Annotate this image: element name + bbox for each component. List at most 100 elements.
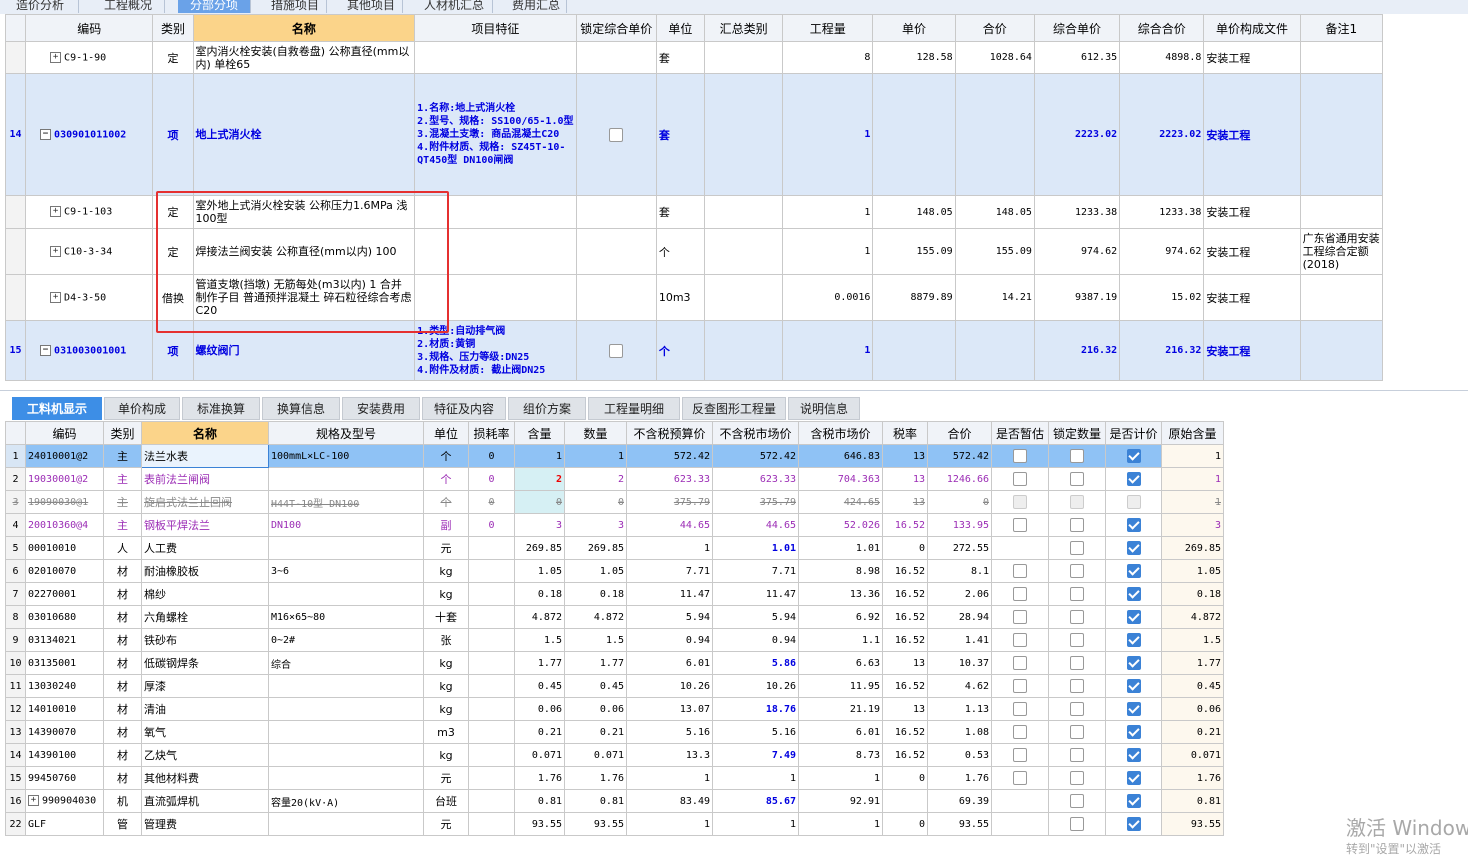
item-sum-cat-cell[interactable] (703, 195, 784, 229)
resource-tax-mkt-cell[interactable]: 424.65 (798, 490, 883, 514)
resource-col-header-4[interactable]: 规格及型号 (268, 421, 424, 445)
resource-content-cell[interactable]: 0.45 (514, 674, 565, 698)
lock-checkbox[interactable] (1070, 771, 1084, 785)
resource-qty-cell[interactable]: 0.21 (564, 720, 627, 744)
lock-checkbox[interactable] (1070, 817, 1084, 831)
resource-col-header-13[interactable]: 合价 (927, 421, 992, 445)
priced-checkbox[interactable] (1126, 518, 1141, 532)
item-note-cell[interactable] (1299, 195, 1384, 229)
resource-mkt-price-cell[interactable]: 10.26 (712, 674, 799, 698)
resource-tax-mkt-cell[interactable]: 1.1 (798, 628, 883, 652)
resource-pre-price-cell[interactable]: 572.42 (626, 444, 713, 468)
resource-amount-cell[interactable]: 93.55 (927, 812, 992, 836)
resource-lock-cell[interactable] (1048, 697, 1106, 721)
resource-orig-cell[interactable]: 0.81 (1161, 789, 1224, 813)
resource-pre-price-cell[interactable]: 13.07 (626, 697, 713, 721)
resource-content-cell[interactable]: 1.5 (514, 628, 565, 652)
item-sum-cat-cell[interactable] (703, 320, 784, 381)
resource-content-cell[interactable]: 4.872 (514, 605, 565, 629)
resource-mkt-price-cell[interactable]: 1 (712, 812, 799, 836)
resource-orig-cell[interactable]: 1.5 (1161, 628, 1224, 652)
resource-tax-mkt-cell[interactable]: 1 (798, 766, 883, 790)
resource-tax-cell[interactable]: 13 (882, 467, 928, 491)
resource-orig-cell[interactable]: 3 (1161, 513, 1224, 537)
resource-unit-cell[interactable]: 元 (423, 812, 469, 836)
item-comp-price-cell[interactable]: 9387.19 (1033, 274, 1121, 321)
resource-content-cell[interactable]: 93.55 (514, 812, 565, 836)
priced-checkbox[interactable] (1126, 587, 1141, 601)
resource-row[interactable]: 7 02270001 材 棉纱 kg 0.18 0.18 11.47 11.47 13.36 16.… (5, 582, 1224, 606)
resource-amount-cell[interactable]: 0.53 (927, 743, 992, 767)
lock-price-checkbox[interactable] (609, 127, 624, 142)
priced-checkbox[interactable] (1126, 633, 1141, 647)
priced-checkbox[interactable] (1126, 495, 1141, 509)
resource-type-cell[interactable]: 材 (103, 559, 142, 583)
item-comp-price-cell[interactable]: 2223.02 (1033, 73, 1121, 196)
resource-tax-cell[interactable]: 16.52 (882, 674, 928, 698)
resource-tax-cell[interactable]: 16.52 (882, 582, 928, 606)
resource-spec-cell[interactable] (268, 743, 424, 767)
resource-mkt-price-cell[interactable]: 18.76 (712, 697, 799, 721)
resource-qty-cell[interactable]: 4.872 (564, 605, 627, 629)
resource-code-cell[interactable]: 99450760 (25, 766, 104, 790)
priced-checkbox[interactable] (1126, 610, 1141, 624)
item-note-cell[interactable] (1299, 320, 1384, 381)
resource-code-cell[interactable]: 03134021 (25, 628, 104, 652)
resource-est-cell[interactable] (991, 582, 1049, 606)
resource-spec-cell[interactable]: 100mmL×LC-100 (268, 444, 424, 468)
item-row[interactable]: 14−030901011002 项地上式消火栓 1.名称:地上式消火栓 2.型号、规… (4, 73, 1384, 196)
item-type-cell[interactable]: 定 (152, 41, 194, 74)
resource-lock-cell[interactable] (1048, 743, 1106, 767)
resource-spec-cell[interactable] (268, 582, 424, 606)
resource-loss-cell[interactable] (468, 697, 515, 721)
collapse-icon[interactable]: − (40, 128, 52, 140)
resource-loss-cell[interactable]: 0 (468, 513, 515, 537)
resource-code-cell[interactable]: 02270001 (25, 582, 104, 606)
top-tab-3[interactable]: 措施项目 (264, 0, 327, 13)
resource-tax-cell[interactable]: 16.52 (882, 628, 928, 652)
detail-tab-6[interactable]: 组价方案 (508, 397, 586, 420)
expand-icon[interactable]: + (50, 206, 62, 218)
resource-pre-price-cell[interactable]: 13.3 (626, 743, 713, 767)
resource-name-cell[interactable]: 表前法兰闸阀 (141, 467, 269, 491)
resource-spec-cell[interactable] (268, 697, 424, 721)
resource-est-cell[interactable] (991, 651, 1049, 675)
lock-price-checkbox[interactable] (609, 343, 624, 358)
resource-lock-cell[interactable] (1048, 536, 1106, 560)
resource-est-cell[interactable] (991, 720, 1049, 744)
lock-checkbox[interactable] (1070, 449, 1084, 463)
resource-amount-cell[interactable]: 272.55 (927, 536, 992, 560)
item-lock-cell[interactable] (575, 73, 657, 196)
resource-type-cell[interactable]: 主 (103, 467, 142, 491)
resource-mkt-price-cell[interactable]: 0.94 (712, 628, 799, 652)
est-checkbox[interactable] (1013, 564, 1027, 578)
lock-checkbox[interactable] (1070, 495, 1084, 509)
resource-spec-cell[interactable] (268, 674, 424, 698)
item-name-cell[interactable]: 地上式消火栓 (192, 73, 416, 196)
resource-loss-cell[interactable] (468, 766, 515, 790)
resource-tax-cell[interactable]: 0 (882, 812, 928, 836)
resource-pre-price-cell[interactable]: 44.65 (626, 513, 713, 537)
resource-unit-cell[interactable]: 张 (423, 628, 469, 652)
est-checkbox[interactable] (1013, 633, 1027, 647)
resource-name-cell[interactable]: 低碳钢焊条 (141, 651, 269, 675)
item-col-header-0[interactable] (4, 14, 27, 42)
resource-priced-cell[interactable] (1105, 812, 1162, 836)
resource-name-cell[interactable]: 其他材料费 (141, 766, 269, 790)
resource-row[interactable]: 3 19090030@1 主 旋启式法兰止回阀 H44T-10型 DN100 个 0 0 0 37… (5, 490, 1224, 514)
resource-priced-cell[interactable] (1105, 582, 1162, 606)
resource-content-cell[interactable]: 0.06 (514, 697, 565, 721)
resource-tax-mkt-cell[interactable]: 646.83 (798, 444, 883, 468)
item-amount-cell[interactable] (954, 73, 1035, 196)
resource-priced-cell[interactable] (1105, 444, 1162, 468)
item-unit-cell[interactable]: 个 (655, 320, 705, 381)
resource-tax-cell[interactable]: 16.52 (882, 513, 928, 537)
resource-lock-cell[interactable] (1048, 674, 1106, 698)
resource-spec-cell[interactable] (268, 467, 424, 491)
lock-checkbox[interactable] (1070, 541, 1084, 555)
priced-checkbox[interactable] (1126, 817, 1141, 831)
resource-orig-cell[interactable]: 1 (1161, 444, 1224, 468)
resource-qty-cell[interactable]: 269.85 (564, 536, 627, 560)
resource-est-cell[interactable] (991, 444, 1049, 468)
item-price-cell[interactable]: 148.05 (872, 195, 956, 229)
